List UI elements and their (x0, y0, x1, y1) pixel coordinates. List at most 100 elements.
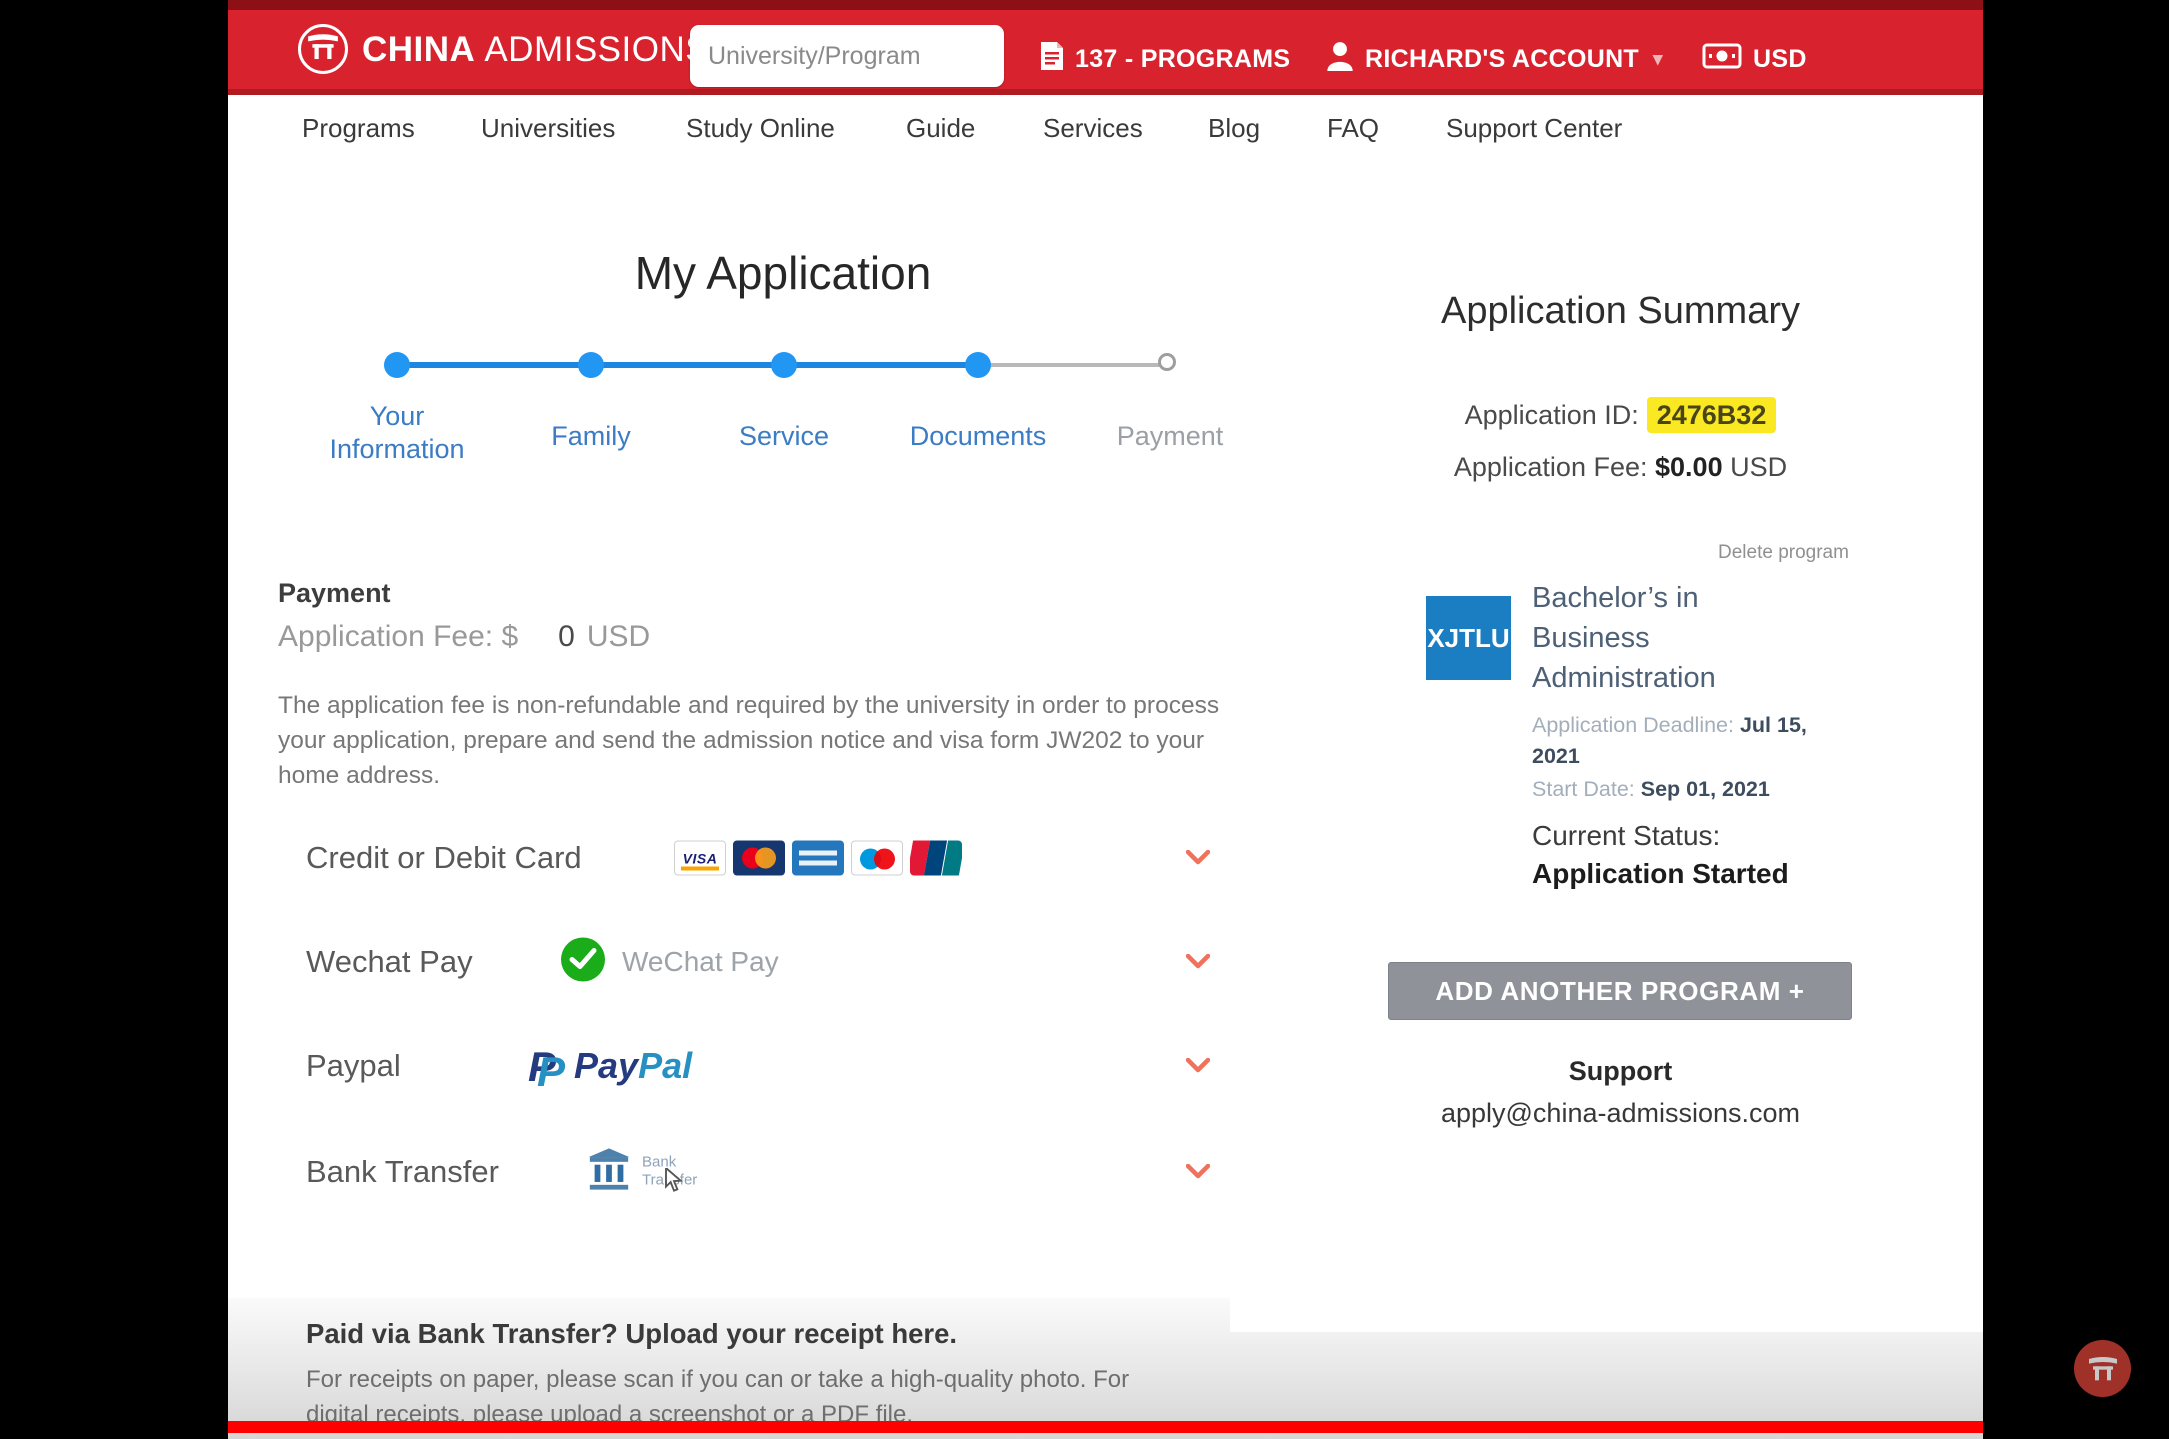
brand-regular: ADMISSIONS (484, 30, 709, 70)
american-express-icon (792, 841, 844, 876)
nav-item-services[interactable]: Services (1043, 95, 1143, 161)
china-admissions-logo[interactable] (298, 24, 348, 74)
application-id-line: Application ID: 2476B32 (1388, 400, 1853, 431)
torii-gate-icon (306, 30, 340, 69)
receipt-heading: Paid via Bank Transfer? Upload your rece… (306, 1318, 957, 1350)
add-another-program-button[interactable]: ADD ANOTHER PROGRAM + (1388, 962, 1852, 1020)
fee-label: Application Fee: $ (278, 620, 518, 653)
step-dot-your-information[interactable] (384, 352, 410, 378)
brand-bold: CHINA (362, 30, 475, 70)
fee-value: 0 (558, 620, 575, 653)
video-progress-bar[interactable] (228, 1421, 1983, 1433)
deadline-label: Application Deadline: (1532, 713, 1740, 737)
receipt-upload-section: Paid via Bank Transfer? Upload your rece… (228, 1298, 1983, 1439)
application-id-value: 2476B32 (1647, 397, 1777, 433)
nav-item-universities[interactable]: Universities (481, 95, 615, 161)
unionpay-icon (910, 841, 962, 876)
step-dot-family[interactable] (578, 352, 604, 378)
account-menu[interactable]: RICHARD'S ACCOUNT ▾ (1326, 20, 1663, 99)
program-title[interactable]: Bachelor’s in Business Administration (1532, 578, 1804, 698)
chevron-down-icon[interactable] (1186, 954, 1210, 970)
program-meta: Application Deadline: Jul 15, 2021 Start… (1532, 710, 1820, 805)
card-method-label: Credit or Debit Card (306, 840, 582, 876)
nav-item-support-center[interactable]: Support Center (1446, 95, 1622, 161)
currency-selector[interactable]: USD (1702, 20, 1807, 99)
chevron-down-icon[interactable] (1186, 1058, 1210, 1074)
start-date-label: Start Date: (1532, 777, 1641, 801)
application-summary-title: Application Summary (1388, 290, 1853, 333)
webpage: CHINA ADMISSIONS 137 - PROGRAMS (228, 0, 1983, 1439)
user-icon (1326, 41, 1354, 78)
nav-item-programs[interactable]: Programs (302, 95, 415, 161)
band-notch (1230, 1298, 1983, 1332)
account-label: RICHARD'S ACCOUNT (1365, 45, 1639, 74)
application-fee-line: Application Fee: $ 0 USD (278, 620, 650, 654)
bank-method-label: Bank Transfer (306, 1154, 499, 1190)
summary-fee-currency: USD (1730, 452, 1787, 482)
nav-item-guide[interactable]: Guide (906, 95, 975, 161)
header-programs-link[interactable]: 137 - PROGRAMS (1040, 20, 1290, 99)
summary-fee-line: Application Fee: $0.00 USD (1388, 452, 1853, 483)
support-title: Support (1388, 1056, 1853, 1087)
application-id-label: Application ID: (1465, 400, 1639, 430)
step-dot-payment[interactable] (1158, 353, 1176, 371)
step-label-family[interactable]: Family (481, 420, 701, 453)
step-dot-service[interactable] (771, 352, 797, 378)
document-icon (1040, 41, 1064, 78)
current-status-value: Application Started (1532, 858, 1789, 890)
paypal-wordmark: PayPal (574, 1045, 692, 1087)
paypal-logo: PP PayPal (528, 1043, 692, 1089)
currency-label: USD (1753, 45, 1807, 74)
paypal-monogram-icon: PP (528, 1043, 570, 1089)
mouse-cursor-icon (664, 1168, 684, 1197)
step-label-payment[interactable]: Payment (1060, 420, 1280, 453)
mastercard-icon (733, 841, 785, 876)
nav-item-faq[interactable]: FAQ (1327, 95, 1379, 161)
chevron-down-icon: ▾ (1653, 48, 1663, 71)
banknote-icon (1702, 42, 1742, 77)
payment-method-wechat-row[interactable]: Wechat Pay WeChat Pay (228, 924, 1238, 1000)
nav-item-blog[interactable]: Blog (1208, 95, 1260, 161)
visa-icon: VISA (674, 841, 726, 876)
paypal-method-label: Paypal (306, 1048, 401, 1084)
fee-currency: USD (587, 620, 650, 653)
channel-watermark-torii-icon[interactable] (2074, 1340, 2131, 1397)
wechat-method-label: Wechat Pay (306, 944, 473, 980)
main-nav: Programs Universities Study Online Guide… (228, 95, 1983, 161)
start-date-line: Start Date: Sep 01, 2021 (1532, 774, 1820, 805)
payment-method-card-row[interactable]: Credit or Debit Card VISA (228, 820, 1238, 896)
header-top-strip (228, 0, 1983, 10)
maestro-icon (851, 841, 903, 876)
summary-fee-label: Application Fee: (1454, 452, 1648, 482)
stepper-line-upcoming (978, 363, 1170, 367)
support-email-link[interactable]: apply@china-admissions.com (1388, 1098, 1853, 1129)
site-header: CHINA ADMISSIONS 137 - PROGRAMS (228, 10, 1983, 95)
chevron-down-icon[interactable] (1186, 850, 1210, 866)
summary-fee-amount: $0.00 (1655, 452, 1723, 482)
step-label-service[interactable]: Service (674, 420, 894, 453)
delete-program-link[interactable]: Delete program (1718, 542, 1849, 564)
wechat-pay-icon (560, 937, 606, 988)
search-input[interactable] (690, 25, 1004, 87)
page-title: My Application (558, 246, 1008, 300)
nav-item-study-online[interactable]: Study Online (686, 95, 835, 161)
payment-method-paypal-row[interactable]: Paypal PP PayPal (228, 1028, 1238, 1104)
deadline-line: Application Deadline: Jul 15, 2021 (1532, 710, 1820, 772)
video-frame: CHINA ADMISSIONS 137 - PROGRAMS (0, 0, 2169, 1439)
start-date-value: Sep 01, 2021 (1641, 777, 1770, 801)
fee-description: The application fee is non-refundable an… (278, 688, 1250, 793)
chevron-down-icon[interactable] (1186, 1164, 1210, 1180)
current-status-label: Current Status: (1532, 820, 1720, 852)
bank-building-icon (586, 1147, 632, 1198)
university-logo-xjtlu: XJTLU (1426, 596, 1511, 680)
wechat-pay-wordmark: WeChat Pay (622, 946, 779, 978)
brand-wordmark[interactable]: CHINA ADMISSIONS (362, 10, 709, 89)
programs-count-label: 137 - PROGRAMS (1075, 45, 1290, 74)
card-brand-icons: VISA (674, 841, 962, 876)
search-box (690, 25, 1004, 87)
step-label-your-information[interactable]: Your Information (312, 400, 482, 466)
payment-section-heading: Payment (278, 578, 391, 609)
payment-method-bank-row[interactable]: Bank Transfer Bank Transfer (228, 1134, 1238, 1210)
step-label-documents[interactable]: Documents (868, 420, 1088, 453)
step-dot-documents[interactable] (965, 352, 991, 378)
